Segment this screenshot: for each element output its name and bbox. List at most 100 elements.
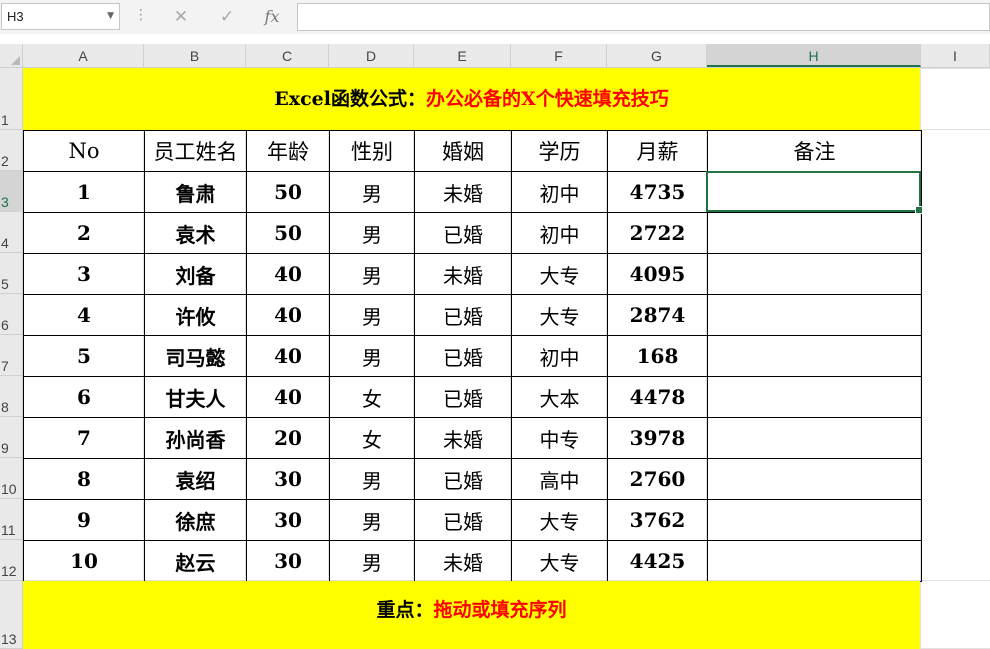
column-header[interactable]: A bbox=[23, 44, 144, 67]
cell[interactable]: 袁术 bbox=[144, 212, 247, 254]
row-header[interactable]: 2 bbox=[0, 130, 22, 171]
cell[interactable]: 未婚 bbox=[414, 253, 512, 295]
cell[interactable]: 男 bbox=[329, 171, 415, 213]
cell[interactable]: 初中 bbox=[511, 212, 608, 254]
cell[interactable]: 高中 bbox=[511, 458, 608, 500]
cell[interactable]: 男 bbox=[329, 335, 415, 377]
cell[interactable]: 1 bbox=[23, 171, 145, 213]
header-cell[interactable]: No bbox=[23, 130, 145, 172]
select-all-button[interactable] bbox=[0, 44, 23, 68]
cell[interactable] bbox=[707, 458, 922, 500]
fx-icon[interactable]: fx bbox=[257, 4, 287, 30]
header-cell[interactable]: 员工姓名 bbox=[144, 130, 247, 172]
cell[interactable]: 4478 bbox=[607, 376, 708, 418]
cell[interactable] bbox=[707, 540, 922, 582]
row-header[interactable]: 6 bbox=[0, 294, 22, 335]
cell[interactable] bbox=[707, 171, 922, 213]
cell[interactable]: 已婚 bbox=[414, 335, 512, 377]
cell[interactable]: 40 bbox=[246, 253, 330, 295]
column-header[interactable]: I bbox=[921, 44, 990, 67]
cell[interactable] bbox=[707, 294, 922, 336]
cell[interactable]: 男 bbox=[329, 212, 415, 254]
header-cell[interactable]: 婚姻 bbox=[414, 130, 512, 172]
cell[interactable]: 男 bbox=[329, 253, 415, 295]
cell[interactable]: 男 bbox=[329, 294, 415, 336]
cell[interactable]: 男 bbox=[329, 458, 415, 500]
cell[interactable]: 中专 bbox=[511, 417, 608, 459]
cell[interactable]: 7 bbox=[23, 417, 145, 459]
cell[interactable]: 30 bbox=[246, 458, 330, 500]
cell[interactable]: 3978 bbox=[607, 417, 708, 459]
column-header-active[interactable]: H bbox=[707, 44, 921, 67]
cell[interactable]: 40 bbox=[246, 294, 330, 336]
cell[interactable]: 已婚 bbox=[414, 294, 512, 336]
cell[interactable]: 大本 bbox=[511, 376, 608, 418]
cell[interactable]: 袁绍 bbox=[144, 458, 247, 500]
row-header[interactable]: 8 bbox=[0, 376, 22, 417]
row-header[interactable]: 1 bbox=[0, 68, 22, 130]
row-header[interactable]: 13 bbox=[0, 581, 22, 649]
column-header[interactable]: C bbox=[246, 44, 329, 67]
row-header[interactable]: 9 bbox=[0, 417, 22, 458]
cell[interactable]: 大专 bbox=[511, 540, 608, 582]
header-cell[interactable]: 年龄 bbox=[246, 130, 330, 172]
cell-area[interactable]: Excel函数公式：办公必备的X个快速填充技巧 No 员工姓名 年龄 性别 婚姻… bbox=[23, 68, 990, 649]
check-icon[interactable]: ✓ bbox=[212, 4, 242, 30]
more-options-icon[interactable]: ⋮ bbox=[134, 8, 148, 22]
cell[interactable]: 20 bbox=[246, 417, 330, 459]
cell[interactable] bbox=[707, 417, 922, 459]
row-header[interactable]: 4 bbox=[0, 212, 22, 253]
cell[interactable] bbox=[707, 376, 922, 418]
cell[interactable]: 初中 bbox=[511, 171, 608, 213]
footer-banner[interactable]: 重点：拖动或填充序列 bbox=[23, 581, 920, 649]
cell[interactable]: 2 bbox=[23, 212, 145, 254]
cell[interactable]: 30 bbox=[246, 540, 330, 582]
cell[interactable]: 鲁肃 bbox=[144, 171, 247, 213]
cell[interactable]: 4425 bbox=[607, 540, 708, 582]
cell[interactable]: 4 bbox=[23, 294, 145, 336]
cell[interactable]: 女 bbox=[329, 417, 415, 459]
header-cell[interactable]: 备注 bbox=[707, 130, 922, 172]
cell[interactable] bbox=[707, 253, 922, 295]
cell[interactable]: 2874 bbox=[607, 294, 708, 336]
header-cell[interactable]: 月薪 bbox=[607, 130, 708, 172]
cell[interactable]: 3 bbox=[23, 253, 145, 295]
cell[interactable]: 徐庶 bbox=[144, 499, 247, 541]
cell[interactable]: 已婚 bbox=[414, 376, 512, 418]
column-header[interactable]: G bbox=[607, 44, 707, 67]
cell[interactable]: 10 bbox=[23, 540, 145, 582]
cell[interactable]: 6 bbox=[23, 376, 145, 418]
cell[interactable]: 已婚 bbox=[414, 212, 512, 254]
column-header[interactable]: D bbox=[329, 44, 414, 67]
row-header[interactable]: 10 bbox=[0, 458, 22, 499]
title-banner[interactable]: Excel函数公式：办公必备的X个快速填充技巧 bbox=[23, 68, 920, 130]
cell[interactable]: 30 bbox=[246, 499, 330, 541]
cell[interactable]: 初中 bbox=[511, 335, 608, 377]
cell[interactable]: 5 bbox=[23, 335, 145, 377]
cell[interactable]: 40 bbox=[246, 376, 330, 418]
column-header[interactable]: B bbox=[144, 44, 246, 67]
cell[interactable]: 大专 bbox=[511, 294, 608, 336]
header-cell[interactable]: 性别 bbox=[329, 130, 415, 172]
row-header-active[interactable]: 3 bbox=[0, 171, 22, 212]
row-header[interactable]: 5 bbox=[0, 253, 22, 294]
cell[interactable] bbox=[707, 335, 922, 377]
cell[interactable]: 女 bbox=[329, 376, 415, 418]
header-cell[interactable]: 学历 bbox=[511, 130, 608, 172]
cell[interactable]: 已婚 bbox=[414, 499, 512, 541]
cell[interactable]: 许攸 bbox=[144, 294, 247, 336]
cell[interactable]: 大专 bbox=[511, 253, 608, 295]
cell[interactable]: 50 bbox=[246, 171, 330, 213]
cell[interactable]: 168 bbox=[607, 335, 708, 377]
chevron-down-icon[interactable]: ▼ bbox=[107, 11, 114, 21]
row-header[interactable]: 12 bbox=[0, 540, 22, 581]
cell[interactable]: 4095 bbox=[607, 253, 708, 295]
column-header[interactable]: E bbox=[414, 44, 511, 67]
cell[interactable]: 8 bbox=[23, 458, 145, 500]
cell[interactable]: 50 bbox=[246, 212, 330, 254]
cell[interactable]: 刘备 bbox=[144, 253, 247, 295]
cell[interactable]: 3762 bbox=[607, 499, 708, 541]
cell[interactable]: 2760 bbox=[607, 458, 708, 500]
cell[interactable]: 4735 bbox=[607, 171, 708, 213]
cell[interactable]: 未婚 bbox=[414, 540, 512, 582]
